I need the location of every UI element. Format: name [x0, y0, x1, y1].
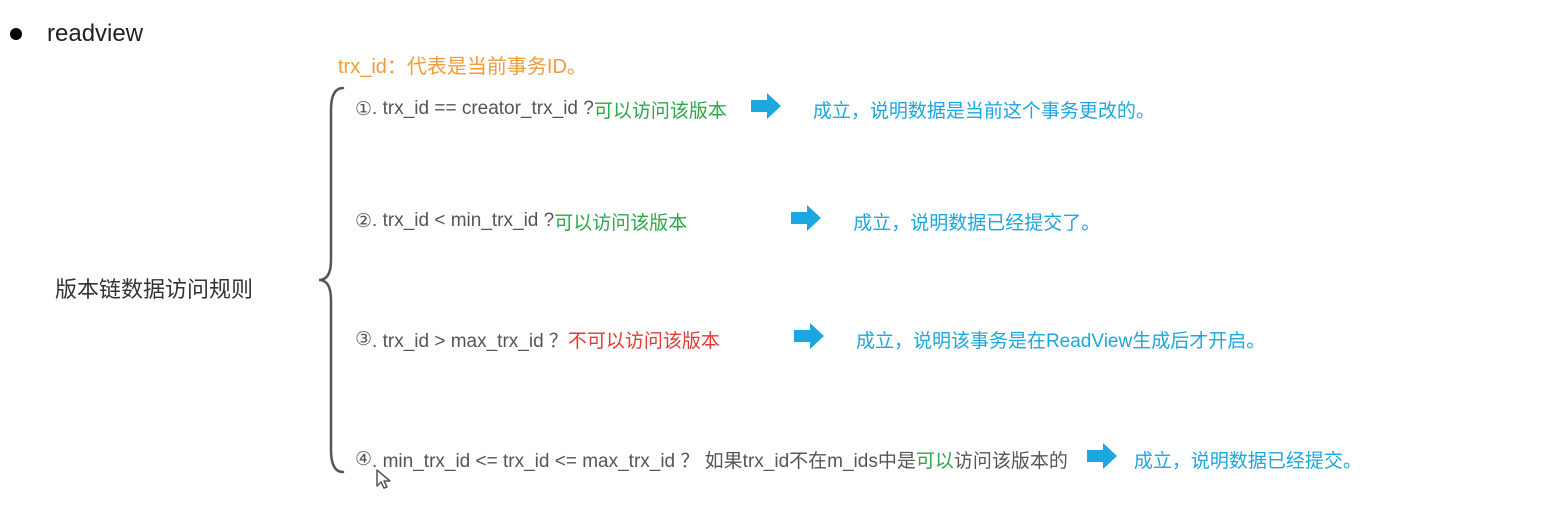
rule-condition: . trx_id < min_trx_id ? — [372, 210, 554, 232]
rule-condition: . trx_id == creator_trx_id ? — [372, 98, 594, 120]
section-title: readview — [47, 20, 143, 48]
rule-explanation: 成立，说明数据已经提交。 — [1134, 446, 1362, 473]
rule-item-2: ② . trx_id < min_trx_id ? 可以访问该版本 成立，说明数… — [355, 200, 1100, 242]
rules-group-label: 版本链数据访问规则 — [55, 272, 253, 304]
rule-number: ④ — [355, 448, 372, 471]
rule-explanation: 成立，说明数据是当前这个事务更改的。 — [813, 96, 1155, 123]
rule-item-4: ④ . min_trx_id <= trx_id <= max_trx_id ？… — [355, 438, 1362, 480]
arrow-right-icon — [790, 318, 826, 360]
rule-item-3: ③ . trx_id > max_trx_id ？ 不可以访问该版本 成立，说明… — [355, 318, 1265, 360]
arrow-right-icon — [1083, 438, 1119, 480]
rule-result: 不可以访问该版本 — [568, 326, 720, 353]
arrow-right-icon — [787, 200, 823, 242]
rule-number: ③ — [355, 328, 372, 351]
rule-condition: . min_trx_id <= trx_id <= max_trx_id ？ 如… — [372, 446, 916, 473]
rule-result: 可以 — [916, 446, 954, 473]
section-header: readview — [10, 20, 143, 48]
mouse-cursor-icon — [375, 468, 393, 490]
rule-result-suffix: 访问该版本的 — [954, 446, 1068, 473]
arrow-right-icon — [747, 88, 783, 130]
curly-brace-icon — [315, 80, 347, 480]
rule-number: ② — [355, 210, 372, 233]
rule-result: 可以访问该版本 — [594, 96, 727, 123]
rule-item-1: ① . trx_id == creator_trx_id ? 可以访问该版本 成… — [355, 88, 1155, 130]
subtitle-definition: trx_id：代表是当前事务ID。 — [338, 50, 587, 79]
rule-result: 可以访问该版本 — [554, 208, 687, 235]
rule-explanation: 成立，说明该事务是在ReadView生成后才开启。 — [856, 326, 1265, 353]
rule-condition: . trx_id > max_trx_id ？ — [372, 326, 568, 353]
rule-number: ① — [355, 98, 372, 121]
bullet-icon — [10, 28, 22, 40]
rule-explanation: 成立，说明数据已经提交了。 — [853, 208, 1100, 235]
